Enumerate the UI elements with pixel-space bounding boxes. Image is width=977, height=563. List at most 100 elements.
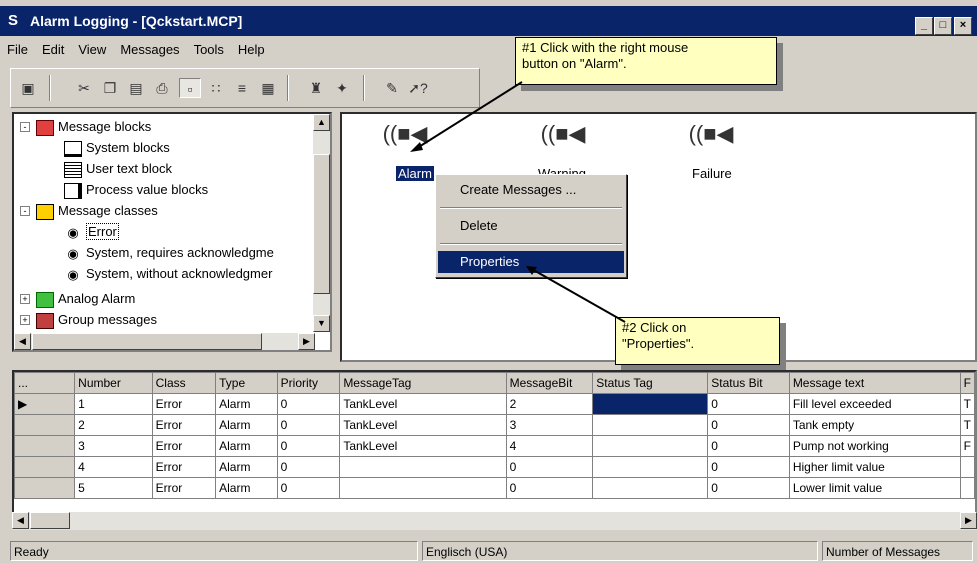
column-header[interactable]: MessageTag [339, 372, 507, 394]
scroll-thumb[interactable] [32, 333, 262, 350]
tree-item-error[interactable]: ◉ Error [64, 221, 119, 242]
table-cell[interactable]: Error [151, 393, 217, 415]
tree-item-message-classes[interactable]: Message classes [36, 200, 158, 221]
table-cell[interactable] [339, 477, 507, 499]
table-cell[interactable]: T [959, 393, 975, 415]
save-icon[interactable]: ▣ [17, 78, 39, 98]
table-cell[interactable]: Alarm [215, 435, 278, 457]
properties-icon[interactable]: ✎ [381, 78, 403, 98]
scroll-right-icon[interactable]: ▶ [960, 512, 977, 529]
table-cell[interactable]: 0 [707, 456, 790, 478]
row-header[interactable] [14, 456, 76, 478]
alarm-horn-icon[interactable]: ((■◀ [382, 120, 428, 148]
table-cell[interactable]: TankLevel [339, 414, 507, 436]
help-pointer-icon[interactable]: ➚? [407, 78, 429, 98]
table-cell[interactable]: Higher limit value [788, 456, 961, 478]
failure-label[interactable]: Failure [692, 166, 732, 181]
column-header[interactable]: Number [74, 372, 153, 394]
table-cell[interactable]: 0 [276, 414, 341, 436]
table-cell[interactable]: Error [151, 435, 217, 457]
row-header[interactable] [14, 414, 76, 436]
menu-tools[interactable]: Tools [187, 38, 231, 62]
scroll-left-icon[interactable]: ◀ [12, 512, 29, 529]
details-view-icon[interactable]: ▦ [257, 78, 279, 98]
table-cell[interactable]: 4 [505, 435, 594, 457]
table-horizontal-scrollbar[interactable]: ◀ ▶ [12, 512, 977, 530]
tree-item-user-text-block[interactable]: User text block [64, 158, 172, 179]
expand-icon[interactable]: + [20, 294, 30, 304]
table-cell[interactable] [959, 477, 975, 499]
table-row[interactable]: ▶ 1 Error Alarm 0 TankLevel 2 0 Fill level excee… [14, 393, 975, 415]
table-cell[interactable]: 5 [74, 477, 153, 499]
table-cell[interactable]: 0 [707, 393, 790, 415]
small-icons-icon[interactable]: ∷ [205, 78, 227, 98]
table-row[interactable]: 3 Error Alarm 0 TankLevel 4 0 Pump not working F [14, 435, 975, 457]
tree-item-analog-alarm[interactable]: Analog Alarm [36, 288, 135, 309]
table-cell[interactable]: 0 [707, 477, 790, 499]
tree-item-system-blocks[interactable]: System blocks [64, 137, 170, 158]
tree-item-system-requires-ack[interactable]: ◉ System, requires acknowledgme [64, 242, 274, 263]
menu-view[interactable]: View [71, 38, 113, 62]
tree-horizontal-scrollbar[interactable]: ◀ ▶ [14, 333, 315, 350]
table-cell[interactable]: 1 [74, 393, 153, 415]
column-header[interactable]: Message text [788, 372, 961, 394]
table-cell[interactable]: 0 [707, 414, 790, 436]
column-header[interactable]: Status Tag [592, 372, 709, 394]
table-cell[interactable]: Error [151, 414, 217, 436]
table-cell[interactable]: 0 [505, 477, 594, 499]
table-cell[interactable]: 0 [276, 456, 341, 478]
table-cell[interactable]: 0 [276, 477, 341, 499]
table-cell[interactable] [592, 456, 709, 478]
menu-help[interactable]: Help [231, 38, 272, 62]
table-cell[interactable] [592, 393, 709, 415]
warning-horn-icon[interactable]: ((■◀ [540, 120, 586, 148]
table-cell[interactable]: T [959, 414, 975, 436]
table-cell[interactable]: Error [151, 477, 217, 499]
table-row[interactable]: 5 Error Alarm 0 0 0 Lower limit value [14, 477, 975, 499]
column-header[interactable]: F [959, 372, 975, 394]
column-header[interactable]: ... [14, 372, 76, 394]
scroll-down-icon[interactable]: ▼ [313, 315, 330, 332]
table-cell[interactable]: F [959, 435, 975, 457]
scroll-right-icon[interactable]: ▶ [298, 333, 315, 350]
wizard-icon[interactable]: ♜ [305, 78, 327, 98]
scroll-left-icon[interactable]: ◀ [14, 333, 31, 350]
column-header[interactable]: MessageBit [505, 372, 594, 394]
table-cell[interactable]: 0 [505, 456, 594, 478]
print-icon[interactable]: ⎙ [151, 78, 173, 98]
tree-item-group-messages[interactable]: Group messages [36, 309, 157, 330]
table-cell[interactable]: Tank empty [788, 414, 961, 436]
tree-item-process-value-blocks[interactable]: Process value blocks [64, 179, 208, 200]
table-cell[interactable]: TankLevel [339, 393, 507, 415]
table-cell[interactable]: Alarm [215, 456, 278, 478]
table-cell[interactable] [959, 456, 975, 478]
table-cell[interactable] [592, 414, 709, 436]
paste-icon[interactable]: ▤ [125, 78, 147, 98]
column-header[interactable]: Class [151, 372, 217, 394]
tree-item-system-without-ack[interactable]: ◉ System, without acknowledgmer [64, 263, 272, 284]
table-cell[interactable]: 2 [505, 393, 594, 415]
table-row[interactable]: 4 Error Alarm 0 0 0 Higher limit value [14, 456, 975, 478]
collapse-icon[interactable]: - [20, 206, 30, 216]
menu-file[interactable]: File [0, 38, 35, 62]
failure-horn-icon[interactable]: ((■◀ [688, 120, 734, 148]
maximize-button[interactable]: □ [934, 17, 952, 35]
menu-item-delete[interactable]: Delete [438, 215, 624, 237]
large-icons-icon[interactable]: ▫ [179, 78, 201, 98]
tree-vertical-scrollbar[interactable]: ▲ ▼ [313, 114, 330, 332]
expand-icon[interactable]: + [20, 315, 30, 325]
scroll-thumb[interactable] [30, 512, 70, 529]
row-header[interactable] [14, 435, 76, 457]
column-header[interactable]: Status Bit [707, 372, 790, 394]
table-cell[interactable]: Alarm [215, 414, 278, 436]
table-cell[interactable]: 0 [276, 393, 341, 415]
menu-item-properties[interactable]: Properties [438, 251, 624, 273]
table-cell[interactable]: Error [151, 456, 217, 478]
current-row-icon[interactable]: ▶ [14, 393, 76, 415]
magic-wand-icon[interactable]: ✦ [331, 78, 353, 98]
table-cell[interactable]: 0 [276, 435, 341, 457]
scroll-thumb[interactable] [313, 154, 330, 294]
scroll-up-icon[interactable]: ▲ [313, 114, 330, 131]
list-view-icon[interactable]: ≡ [231, 78, 253, 98]
close-button[interactable]: × [954, 17, 972, 35]
